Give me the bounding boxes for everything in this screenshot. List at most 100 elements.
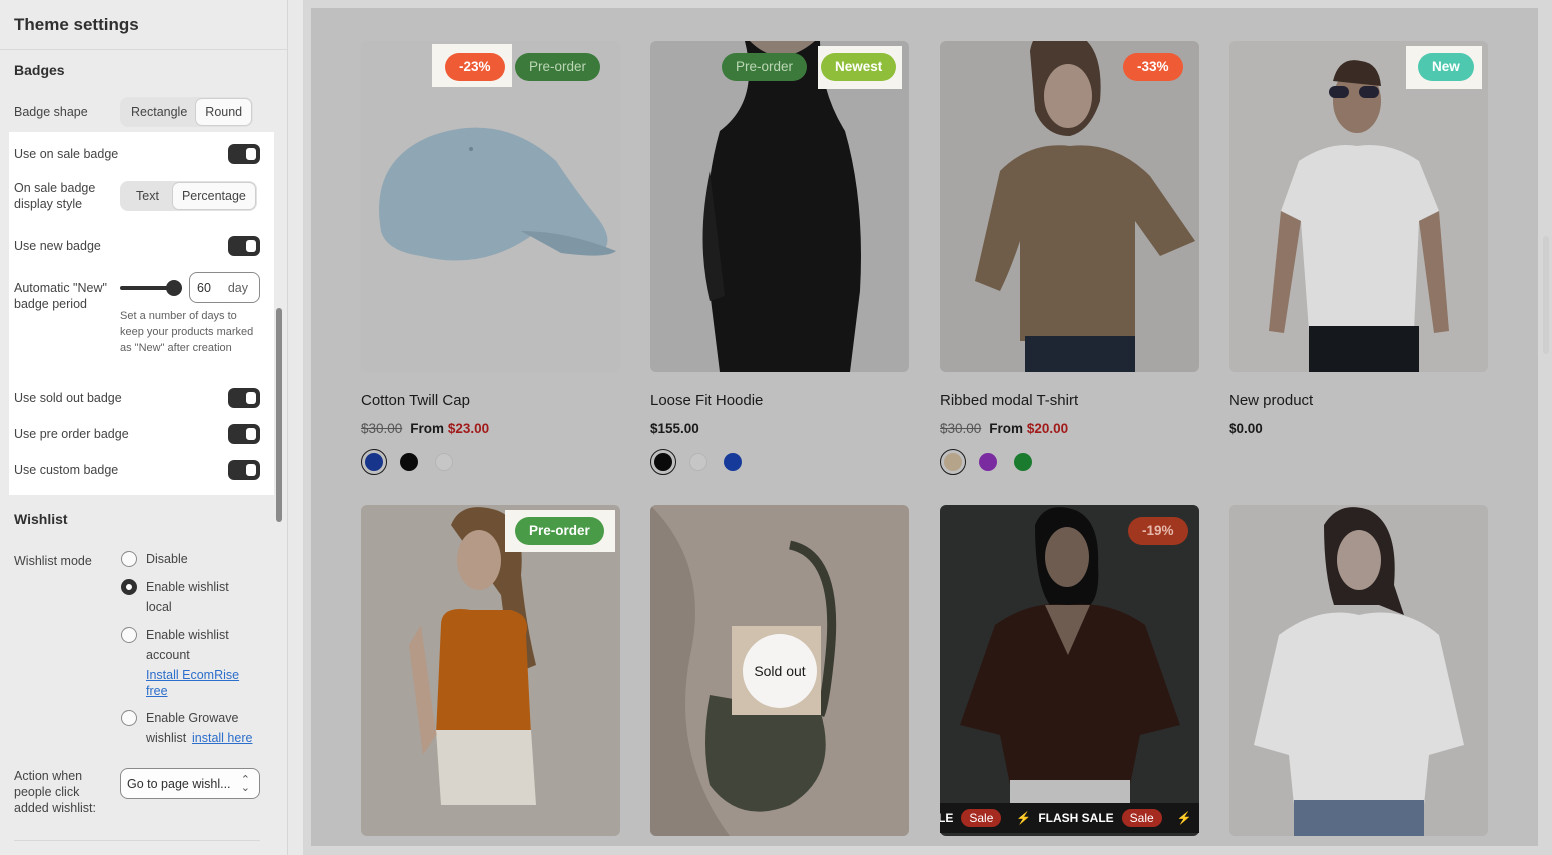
- wishlist-action-value: Go to page wishl...: [127, 777, 231, 791]
- sidebar-scrollbar[interactable]: [276, 308, 282, 522]
- from-label: From: [989, 421, 1024, 436]
- slider-thumb[interactable]: [166, 280, 182, 296]
- woman-illustration: [1254, 507, 1464, 836]
- badge-shape-segmented: Rectangle Round: [120, 97, 254, 127]
- sold-out-badge-toggle[interactable]: [228, 388, 260, 408]
- from-label: From: [410, 421, 445, 436]
- wishlist-account-radio[interactable]: [121, 627, 137, 643]
- product-price: $155.00: [650, 421, 699, 436]
- sale-badge: -33%: [1123, 53, 1183, 81]
- color-swatches: [361, 449, 466, 475]
- badge-shape-rectangle[interactable]: Rectangle: [122, 99, 196, 125]
- wishlist-disable-label: Disable: [146, 552, 188, 566]
- swatch[interactable]: [685, 449, 711, 475]
- color-swatches: [940, 449, 1045, 475]
- badge-shape-round[interactable]: Round: [196, 99, 252, 125]
- man-white-tee-image[interactable]: [1229, 41, 1488, 372]
- theme-settings-sidebar: Theme settings Badges Badge shape Rectan…: [0, 0, 288, 855]
- cap-image[interactable]: [361, 41, 620, 372]
- divider: [14, 840, 260, 841]
- sale-badge: -19%: [1128, 517, 1188, 545]
- period-help-text: Set a number of days to keep your produc…: [120, 310, 254, 354]
- display-style-text[interactable]: Text: [122, 183, 173, 209]
- install-growave-link[interactable]: install here: [192, 728, 262, 748]
- product-name[interactable]: Ribbed modal T-shirt: [940, 392, 1078, 409]
- wishlist-growave-radio[interactable]: [121, 710, 137, 726]
- swatch[interactable]: [396, 449, 422, 475]
- color-swatches: [650, 449, 755, 475]
- wishlist-account-label: Enable wishlist account: [146, 628, 229, 662]
- tshirt-image[interactable]: [940, 41, 1199, 372]
- product-price: $30.00 From $23.00: [361, 421, 489, 436]
- install-ecomrise-link[interactable]: Install EcomRise free: [146, 667, 246, 699]
- cap-illustration: [379, 127, 616, 261]
- compare-price: $30.00: [361, 421, 403, 436]
- badges-heading: Badges: [14, 62, 65, 78]
- custom-badge-label: Use custom badge: [14, 463, 119, 477]
- sale-pill: Sale: [961, 809, 1002, 827]
- product-name[interactable]: New product: [1229, 392, 1313, 409]
- sale-badge: -23%: [445, 53, 505, 81]
- orange-top-image[interactable]: [361, 505, 620, 836]
- badge-shape-label: Badge shape: [14, 105, 88, 119]
- sold-out-badge: Sold out: [743, 634, 817, 708]
- swatch[interactable]: [650, 449, 676, 475]
- sold-out-badge-label: Use sold out badge: [14, 391, 122, 405]
- compare-price: $30.00: [940, 421, 982, 436]
- marquee-text: LE: [940, 811, 954, 825]
- product-price: $30.00 From $20.00: [940, 421, 1068, 436]
- on-sale-badge-toggle[interactable]: [228, 144, 260, 164]
- new-badge-period-input[interactable]: 60 day: [189, 272, 260, 303]
- swatch[interactable]: [940, 449, 966, 475]
- new-badge-label: Use new badge: [14, 239, 101, 253]
- sale-pill: Sale: [1121, 809, 1162, 827]
- swatch[interactable]: [720, 449, 746, 475]
- brown-tee-illustration: [960, 507, 1180, 810]
- pre-order-badge-toggle[interactable]: [228, 424, 260, 444]
- hoodie-illustration: [702, 41, 861, 372]
- preorder-badge: Pre-order: [515, 517, 604, 545]
- swatch[interactable]: [1010, 449, 1036, 475]
- white-tee-woman-image[interactable]: [1229, 505, 1488, 836]
- wishlist-local-label: Enable wishlist local: [146, 580, 229, 614]
- preorder-badge: Pre-order: [722, 53, 808, 81]
- orange-top-illustration: [409, 507, 536, 805]
- sidebar-title: Theme settings: [14, 15, 139, 34]
- wishlist-action-label: Action when people click added wishlist:: [14, 769, 96, 815]
- swatch[interactable]: [431, 449, 457, 475]
- preview-scrollbar[interactable]: [1543, 236, 1549, 354]
- wishlist-heading: Wishlist: [14, 511, 68, 527]
- new-badge-period-label: Automatic "New" badge period: [14, 281, 107, 311]
- flash-sale-marquee: LE Sale ⚡ FLASH SALE Sale ⚡ FL: [940, 803, 1199, 833]
- regular-price: $0.00: [1229, 421, 1263, 436]
- product-name[interactable]: Loose Fit Hoodie: [650, 392, 763, 409]
- swatch[interactable]: [361, 449, 387, 475]
- wishlist-local-radio[interactable]: [121, 579, 137, 595]
- product-price: $0.00: [1229, 421, 1263, 436]
- on-sale-badge-label: Use on sale badge: [14, 147, 119, 161]
- hoodie-image[interactable]: [650, 41, 909, 372]
- new-badge: New: [1418, 53, 1474, 81]
- divider: [0, 49, 287, 50]
- lightning-icon: ⚡: [1016, 811, 1032, 825]
- regular-price: $155.00: [650, 421, 699, 436]
- tshirt-illustration: [975, 41, 1195, 372]
- wishlist-mode-label: Wishlist mode: [14, 554, 92, 568]
- preorder-badge: Pre-order: [515, 53, 601, 81]
- lightning-icon: ⚡: [1176, 811, 1192, 825]
- man-illustration: [1269, 60, 1449, 372]
- display-style-label: On sale badge display style: [14, 181, 96, 211]
- display-style-percentage[interactable]: Percentage: [172, 183, 255, 209]
- product-name[interactable]: Cotton Twill Cap: [361, 392, 470, 409]
- custom-badge-toggle[interactable]: [228, 460, 260, 480]
- new-badge-toggle[interactable]: [228, 236, 260, 256]
- sale-price: $23.00: [447, 421, 490, 436]
- chevron-updown-icon: ⌃ ⌄: [240, 774, 250, 794]
- wishlist-action-select[interactable]: Go to page wishl... ⌃ ⌄: [120, 768, 260, 799]
- wishlist-disable-radio[interactable]: [121, 551, 137, 567]
- swatch[interactable]: [975, 449, 1001, 475]
- pre-order-badge-label: Use pre order badge: [14, 427, 129, 441]
- storefront-preview: -23% Pre-order Cotton Twill Cap $30.00 Fr…: [311, 8, 1538, 846]
- brown-tee-image[interactable]: [940, 505, 1199, 836]
- sale-price: $20.00: [1026, 421, 1069, 436]
